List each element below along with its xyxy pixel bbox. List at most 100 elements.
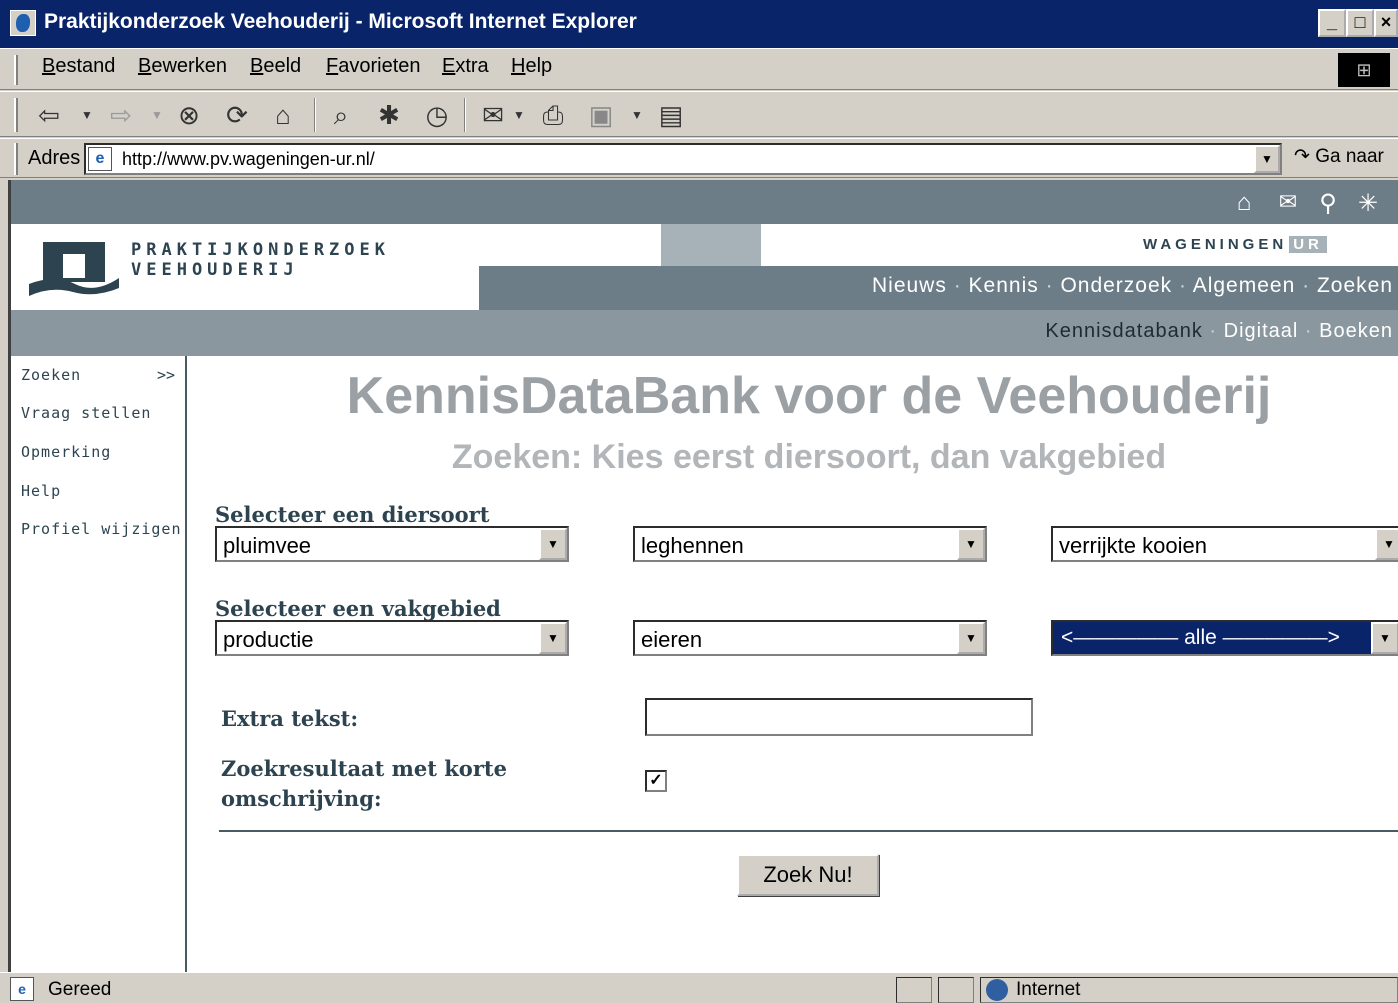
ie-page-icon: e: [88, 147, 112, 171]
extra-tekst-label: Extra tekst:: [221, 706, 359, 731]
edit-icon[interactable]: ▣: [584, 98, 618, 132]
search-form: KennisDataBank voor de Veehouderij Zoeke…: [189, 356, 1398, 972]
toolbar: ⇦ ▼ ⇨ ▼ ⊗ ⟳ ⌂ ⌕ ✱ ◷ ✉ ▼ ⎙ ▣ ▼ ▤: [0, 91, 1398, 137]
home-icon[interactable]: ⌂: [1229, 189, 1259, 217]
address-bar: Adres e http://www.pv.wageningen-ur.nl/ …: [0, 138, 1398, 178]
nav-separator: ·: [1302, 274, 1311, 297]
wageningen-ur-logo[interactable]: WAGENINGEN UR: [1143, 236, 1327, 253]
menu-bestand[interactable]: Bestand: [42, 55, 115, 78]
close-button[interactable]: ×: [1374, 9, 1398, 37]
window-titlebar: Praktijkonderzoek Veehouderij - Microsof…: [0, 0, 1398, 48]
status-bar: e Gereed Internet: [0, 972, 1398, 1003]
site-header: PRAKTIJKONDERZOEK VEEHOUDERIJ WAGENINGEN…: [11, 224, 1398, 310]
favorites-icon[interactable]: ✱: [372, 98, 406, 132]
discuss-icon[interactable]: ▤: [654, 98, 688, 132]
nav-separator: ·: [953, 274, 962, 297]
minimize-button[interactable]: _: [1318, 9, 1346, 37]
checkmark-icon: ✓: [649, 772, 663, 789]
menubar-grip[interactable]: [14, 55, 18, 85]
menu-extra[interactable]: Extra: [442, 55, 489, 78]
maximize-button[interactable]: □: [1346, 9, 1374, 37]
zone-label: Internet: [1016, 979, 1081, 1001]
chevron-down-icon[interactable]: ▼: [539, 528, 567, 560]
print-icon[interactable]: ⎙: [536, 98, 570, 132]
main-nav-algemeen[interactable]: Algemeen: [1193, 274, 1296, 297]
sidebar-item-zoeken[interactable]: Zoeken: [21, 366, 81, 384]
main-nav-nieuws[interactable]: Nieuws: [872, 274, 947, 297]
stop-icon[interactable]: ⊗: [172, 98, 206, 132]
diersoort-select-2[interactable]: leghennen ▼: [633, 526, 987, 562]
chevron-down-icon[interactable]: ▼: [957, 622, 985, 654]
security-zone: Internet: [986, 979, 1080, 1001]
toolbar-grip[interactable]: [14, 98, 18, 132]
summary-label-line-2: omschrijving:: [221, 786, 382, 811]
summary-checkbox[interactable]: ✓: [645, 770, 667, 792]
refresh-icon[interactable]: ⟳: [220, 98, 254, 132]
status-pane: [896, 977, 932, 1003]
status-pane: [938, 977, 974, 1003]
extra-tekst-input[interactable]: [645, 698, 1033, 736]
zoek-nu-button[interactable]: Zoek Nu!: [737, 854, 879, 896]
back-icon[interactable]: ⇦: [32, 98, 66, 132]
addressbar-grip[interactable]: [14, 143, 18, 175]
summary-label-line-1: Zoekresultaat met korte: [221, 756, 507, 781]
search-icon[interactable]: ⚲: [1313, 189, 1343, 218]
windows-logo-icon: ⊞: [1338, 53, 1390, 87]
address-url[interactable]: http://www.pv.wageningen-ur.nl/: [122, 149, 375, 170]
sub-nav-digitaal[interactable]: Digitaal: [1224, 320, 1299, 342]
diersoort-select-3[interactable]: verrijkte kooien ▼: [1051, 526, 1398, 562]
back-dropdown-icon[interactable]: ▼: [80, 98, 94, 132]
sub-nav: Kennisdatabank · Digitaal · Boeken: [1045, 320, 1393, 343]
forward-dropdown-icon[interactable]: ▼: [150, 98, 164, 132]
wur-text: WAGENINGEN: [1143, 236, 1288, 253]
sub-nav-boeken[interactable]: Boeken: [1319, 320, 1393, 342]
summary-label: Zoekresultaat met korte omschrijving:: [221, 754, 507, 814]
diersoort-label: Selecteer een diersoort: [215, 502, 490, 527]
history-icon[interactable]: ◷: [420, 98, 454, 132]
sidebar-item-opmerking[interactable]: Opmerking: [21, 443, 111, 461]
mail-icon[interactable]: ✉: [476, 98, 510, 132]
mail-icon[interactable]: ✉: [1273, 189, 1303, 215]
main-nav-zoeken[interactable]: Zoeken: [1317, 274, 1393, 297]
sidebar-item-vraag-stellen[interactable]: Vraag stellen: [21, 404, 151, 422]
page-subtitle: Zoeken: Kies eerst diersoort, dan vakgeb…: [451, 438, 1167, 476]
search-icon[interactable]: ⌕: [324, 98, 358, 132]
menu-beeld[interactable]: Beeld: [250, 55, 301, 78]
address-label: Adres: [28, 147, 81, 169]
menu-bewerken[interactable]: Bewerken: [138, 55, 227, 78]
window-title: Praktijkonderzoek Veehouderij - Microsof…: [44, 10, 637, 33]
globe-icon: [986, 979, 1008, 1001]
main-nav-kennis[interactable]: Kennis: [969, 274, 1039, 297]
vakgebied-select-2[interactable]: eieren ▼: [633, 620, 987, 656]
go-button[interactable]: ↷ Ga naar: [1294, 145, 1384, 168]
forward-icon[interactable]: ⇨: [104, 98, 138, 132]
menu-help[interactable]: Help: [511, 55, 552, 78]
mail-dropdown-icon[interactable]: ▼: [512, 98, 526, 132]
page-status-icon: e: [10, 977, 34, 1001]
vakgebied-label: Selecteer een vakgebied: [215, 596, 501, 621]
pv-logo-icon[interactable]: [25, 236, 121, 302]
chevron-down-icon[interactable]: ▼: [957, 528, 985, 560]
sidebar-item-profiel-wijzigen[interactable]: Profiel wijzigen: [21, 520, 182, 538]
chevron-down-icon[interactable]: ▼: [1375, 528, 1398, 560]
vakgebied-select-3[interactable]: <————— alle —————> ▼: [1051, 620, 1398, 656]
nav-separator: ·: [1179, 274, 1188, 297]
ie-app-icon[interactable]: [10, 10, 36, 36]
vakgebied-select-1-value: productie: [223, 627, 314, 652]
status-text: Gereed: [48, 979, 112, 1000]
sitemap-icon[interactable]: ✳: [1353, 189, 1383, 218]
vakgebied-select-1[interactable]: productie ▼: [215, 620, 569, 656]
menu-favorieten[interactable]: Favorieten: [326, 55, 421, 78]
sidebar-item-help[interactable]: Help: [21, 482, 61, 500]
nav-separator: ·: [1045, 274, 1054, 297]
chevron-down-icon[interactable]: ▼: [539, 622, 567, 654]
main-nav-onderzoek[interactable]: Onderzoek: [1060, 274, 1172, 297]
address-dropdown-icon[interactable]: ▼: [1254, 145, 1280, 173]
edit-dropdown-icon[interactable]: ▼: [630, 98, 644, 132]
home-icon[interactable]: ⌂: [266, 98, 300, 132]
address-input[interactable]: e http://www.pv.wageningen-ur.nl/ ▼: [84, 143, 1282, 175]
chevron-down-icon[interactable]: ▼: [1371, 622, 1398, 654]
diersoort-select-1[interactable]: pluimvee ▼: [215, 526, 569, 562]
sub-nav-kennisdatabank[interactable]: Kennisdatabank: [1045, 320, 1202, 342]
nav-separator: ·: [1209, 320, 1218, 342]
